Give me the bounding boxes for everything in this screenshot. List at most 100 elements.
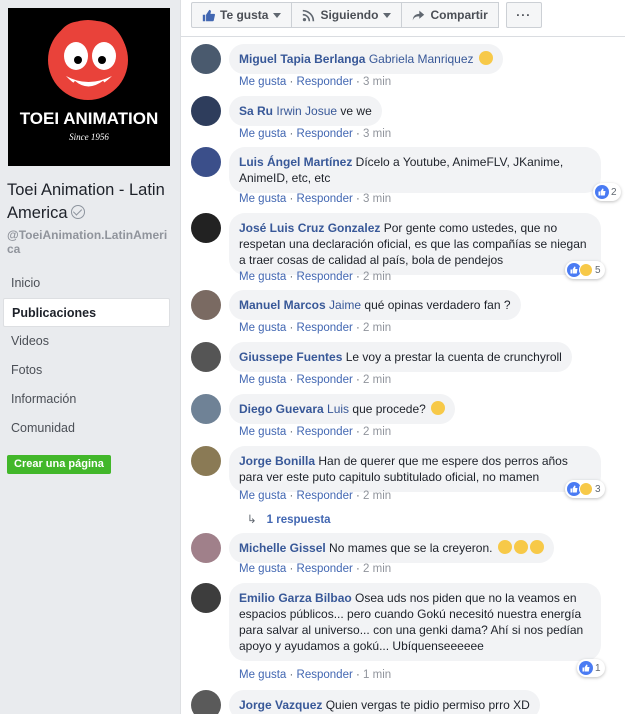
comment-meta: Me gusta · Responder · 3 min — [239, 193, 392, 205]
avatar[interactable] — [191, 213, 221, 243]
reaction-count: 5 — [595, 264, 601, 276]
comment-author[interactable]: Diego Guevara — [239, 402, 324, 416]
share-arrow-icon — [413, 10, 425, 20]
comment-reply-link[interactable]: Responder — [297, 271, 353, 283]
comment-reply-link[interactable]: Responder — [297, 76, 353, 88]
comment-time[interactable]: 2 min — [363, 490, 391, 502]
create-page-button[interactable]: Crear una página — [7, 455, 111, 474]
share-button[interactable]: Compartir — [401, 2, 499, 28]
reaction-summary[interactable]: 2 — [593, 183, 621, 201]
view-replies-link[interactable]: ↳ 1 respuesta — [247, 512, 331, 526]
comment-meta: Me gusta · Responder · 3 min — [239, 128, 392, 140]
comment-author[interactable]: Sa Ru — [239, 104, 273, 118]
laughing-emoji-icon — [529, 540, 544, 554]
follow-button[interactable]: Siguiendo — [291, 2, 403, 28]
replies-count: 1 respuesta — [266, 514, 331, 526]
comment-reply-link[interactable]: Responder — [297, 490, 353, 502]
comment-time[interactable]: 2 min — [363, 374, 391, 386]
comment-author[interactable]: José Luis Cruz Gonzalez — [239, 221, 380, 235]
nav-item-publicaciones[interactable]: Publicaciones — [3, 298, 170, 327]
comment-meta: Me gusta · Responder · 1 min — [239, 669, 392, 681]
laughing-emoji-icon — [513, 540, 528, 554]
avatar[interactable] — [191, 290, 221, 320]
comment-text: No mames que se la creyeron. — [325, 541, 493, 555]
comment-like-link[interactable]: Me gusta — [239, 563, 286, 575]
comment-meta: Me gusta · Responder · 2 min — [239, 374, 392, 386]
comment-author[interactable]: Michelle Gissel — [239, 541, 326, 555]
comment-time[interactable]: 3 min — [363, 128, 391, 140]
comment-author[interactable]: Emilio Garza Bilbao — [239, 591, 352, 605]
avatar[interactable] — [191, 533, 221, 563]
comment-author[interactable]: Luis Ángel Martínez — [239, 155, 352, 169]
comment-time[interactable]: 3 min — [363, 76, 391, 88]
rss-follow-icon — [303, 9, 315, 21]
avatar[interactable] — [191, 446, 221, 476]
comment-author[interactable]: Miguel Tapia Berlanga — [239, 52, 365, 66]
comment-like-link[interactable]: Me gusta — [239, 193, 286, 205]
comment-tag[interactable]: Luis — [327, 402, 349, 416]
nav-item-informacion[interactable]: Información — [3, 385, 170, 414]
avatar[interactable] — [191, 96, 221, 126]
comment-reply-link[interactable]: Responder — [297, 128, 353, 140]
comment-meta: Me gusta · Responder · 2 min — [239, 563, 392, 575]
comment-bubble: Jorge Bonilla Han de querer que me esper… — [229, 446, 601, 492]
page-handle[interactable]: @ToeiAnimation.LatinAmerica — [7, 228, 169, 256]
comment-time[interactable]: 2 min — [363, 563, 391, 575]
comment-text: qué opinas verdadero fan ? — [361, 298, 511, 312]
comment-author[interactable]: Jorge Bonilla — [239, 454, 315, 468]
comment-reply-link[interactable]: Responder — [297, 374, 353, 386]
comment-like-link[interactable]: Me gusta — [239, 374, 286, 386]
avatar[interactable] — [191, 690, 221, 714]
comment-time[interactable]: 2 min — [363, 426, 391, 438]
page-logo[interactable]: TOEI ANIMATION Since 1956 — [8, 8, 170, 166]
reaction-summary[interactable]: 3 — [565, 480, 605, 498]
comment-text: ve we — [337, 104, 372, 118]
comment-reply-link[interactable]: Responder — [297, 669, 353, 681]
comment-like-link[interactable]: Me gusta — [239, 128, 286, 140]
comment-time[interactable]: 2 min — [363, 322, 391, 334]
comment-bubble: Sa Ru Irwin Josue ve we — [229, 96, 382, 126]
comment-like-link[interactable]: Me gusta — [239, 322, 286, 334]
avatar[interactable] — [191, 394, 221, 424]
comment-reply-link[interactable]: Responder — [297, 322, 353, 334]
comment-tag[interactable]: Gabriela Manriquez — [369, 52, 474, 66]
nav-item-fotos[interactable]: Fotos — [3, 356, 170, 385]
comment-time[interactable]: 3 min — [363, 193, 391, 205]
post-actions-bar: Te gusta Siguiendo Compartir ··· — [191, 2, 542, 28]
comment-like-link[interactable]: Me gusta — [239, 271, 286, 283]
nav-item-comunidad[interactable]: Comunidad — [3, 414, 170, 443]
comment-author[interactable]: Jorge Vazquez — [239, 698, 322, 712]
comment-like-link[interactable]: Me gusta — [239, 490, 286, 502]
nav-item-inicio[interactable]: Inicio — [3, 269, 170, 298]
like-page-button[interactable]: Te gusta — [191, 2, 293, 28]
page-title[interactable]: Toei Animation - Latin America — [7, 179, 177, 225]
comment-time[interactable]: 1 min — [363, 669, 391, 681]
comment-tag[interactable]: Irwin Josue — [276, 104, 337, 118]
comment-bubble: Manuel Marcos Jaime qué opinas verdadero… — [229, 290, 521, 320]
avatar[interactable] — [191, 583, 221, 613]
comment-like-link[interactable]: Me gusta — [239, 76, 286, 88]
page-sidebar: TOEI ANIMATION Since 1956 Toei Animation… — [0, 0, 180, 714]
comment-reply-link[interactable]: Responder — [297, 563, 353, 575]
page-nav: Inicio Publicaciones Videos Fotos Inform… — [3, 269, 170, 443]
avatar[interactable] — [191, 44, 221, 74]
comment-author[interactable]: Giussepe Fuentes — [239, 350, 342, 364]
more-options-button[interactable]: ··· — [505, 2, 542, 28]
comment-reply-link[interactable]: Responder — [297, 426, 353, 438]
comment-tag[interactable]: Jaime — [329, 298, 361, 312]
comment-time[interactable]: 2 min — [363, 271, 391, 283]
avatar[interactable] — [191, 147, 221, 177]
reaction-summary[interactable]: 1 — [577, 659, 605, 677]
comment-author[interactable]: Manuel Marcos — [239, 298, 326, 312]
avatar[interactable] — [191, 342, 221, 372]
reaction-count: 2 — [611, 186, 617, 198]
comment-like-link[interactable]: Me gusta — [239, 669, 286, 681]
reaction-summary[interactable]: 5 — [565, 261, 605, 279]
comment-like-link[interactable]: Me gusta — [239, 426, 286, 438]
comment-bubble: José Luis Cruz Gonzalez Por gente como u… — [229, 213, 601, 275]
like-page-label: Te gusta — [220, 8, 269, 22]
nav-item-videos[interactable]: Videos — [3, 327, 170, 356]
like-reaction-icon — [579, 661, 593, 675]
comment-text: Quien vergas te pidio permiso prro XD — [322, 698, 530, 712]
comment-reply-link[interactable]: Responder — [297, 193, 353, 205]
